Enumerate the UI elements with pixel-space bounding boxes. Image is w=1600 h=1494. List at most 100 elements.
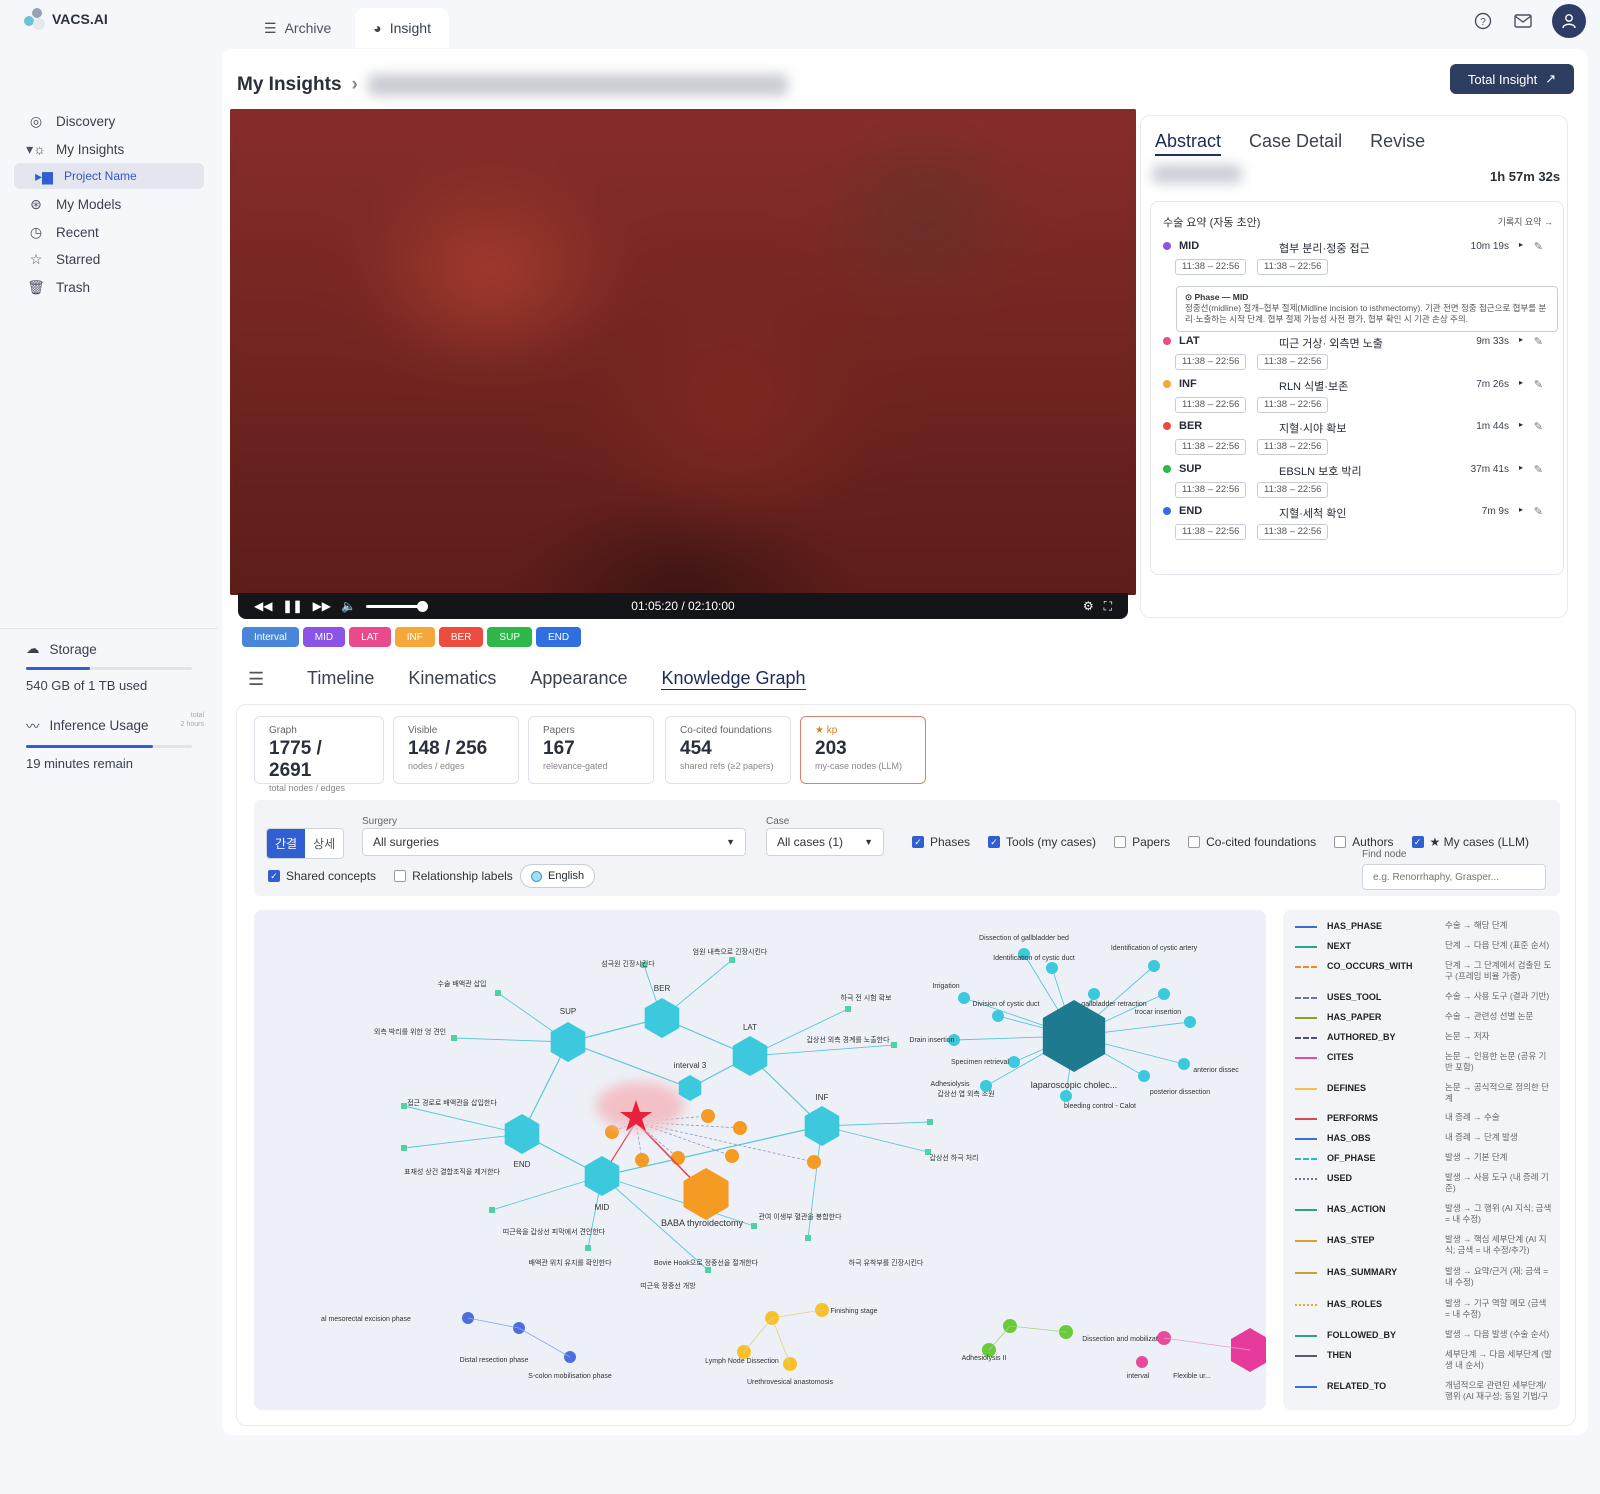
sidebar-item-discovery[interactable]: ◎ Discovery bbox=[14, 108, 204, 136]
edit-pencil-icon[interactable]: ✎ bbox=[1534, 378, 1543, 391]
stat-card[interactable]: Visible 148 / 256 nodes / edges bbox=[393, 716, 519, 784]
filter-checkbox[interactable]: ✓ ★ My cases (LLM) bbox=[1411, 835, 1529, 849]
checkbox-icon[interactable]: ✓ bbox=[1411, 836, 1424, 848]
sidebar-item-starred[interactable]: ☆ Starred bbox=[14, 246, 204, 274]
sidebar-item-recent[interactable]: ◷ Recent bbox=[14, 219, 204, 247]
filter-checkbox[interactable]: Authors bbox=[1334, 835, 1394, 849]
tab-abstract[interactable]: Abstract bbox=[1155, 131, 1222, 156]
tab-insight[interactable]: ◕ Insight bbox=[355, 8, 449, 48]
find-node-input[interactable] bbox=[1362, 864, 1546, 890]
stat-card[interactable]: Papers 167 relevance-gated bbox=[528, 716, 654, 784]
sidebar-item-my-models[interactable]: ⊛ My Models bbox=[14, 191, 204, 219]
phase-filter-mid[interactable]: MID bbox=[302, 627, 346, 647]
user-avatar-icon[interactable] bbox=[1552, 4, 1586, 38]
case-select[interactable]: All cases (1) ▼ bbox=[766, 828, 884, 856]
phase-time-tag[interactable]: 11:38 – 22:56 bbox=[1175, 482, 1247, 498]
phase-time-tag[interactable]: 11:38 – 22:56 bbox=[1175, 259, 1247, 275]
fullscreen-icon[interactable]: ⛶ bbox=[1104, 599, 1112, 614]
edit-pencil-icon[interactable]: ✎ bbox=[1534, 240, 1543, 253]
tab-revise[interactable]: Revise bbox=[1370, 131, 1425, 156]
expand-caret-icon[interactable]: ▸ bbox=[1519, 420, 1523, 429]
view-detailed-button[interactable]: 상세 bbox=[305, 829, 343, 858]
mail-icon[interactable] bbox=[1512, 10, 1534, 32]
folder-icon: ▸▆ bbox=[35, 167, 53, 184]
phase-time-tag[interactable]: 11:38 – 22:56 bbox=[1175, 354, 1247, 370]
surgery-select[interactable]: All surgeries ▼ bbox=[362, 828, 746, 856]
edit-pencil-icon[interactable]: ✎ bbox=[1534, 335, 1543, 348]
phase-row-lat[interactable]: LAT 띠근 거상· 외측면 노출 9m 33s ▸ ✎ 11:38 – 22:… bbox=[1163, 335, 1553, 375]
view-concise-button[interactable]: 간결 bbox=[267, 829, 306, 858]
phase-filter-end[interactable]: END bbox=[535, 627, 582, 647]
expand-caret-icon[interactable]: ▸ bbox=[1519, 463, 1523, 472]
expand-caret-icon[interactable]: ▸ bbox=[1519, 335, 1523, 344]
phase-filter-lat[interactable]: LAT bbox=[349, 627, 391, 647]
app-logo[interactable]: VACS.AI bbox=[24, 8, 108, 30]
sidebar-item-trash[interactable]: 🗑 Trash bbox=[14, 274, 204, 302]
phase-row-ber[interactable]: BER 지혈·시야 확보 1m 44s ▸ ✎ 11:38 – 22:56 11… bbox=[1163, 420, 1553, 460]
phase-time-tag[interactable]: 11:38 – 22:56 bbox=[1257, 259, 1329, 275]
phase-filter-ber[interactable]: BER bbox=[438, 627, 484, 647]
tab-archive[interactable]: ☰ Archive bbox=[246, 8, 349, 48]
checkbox-icon[interactable]: ✓ bbox=[912, 836, 924, 848]
menu-icon[interactable]: ☰ bbox=[248, 669, 264, 690]
phase-filter-interval[interactable]: Interval bbox=[242, 627, 299, 647]
fast-forward-icon[interactable]: ▶▶ bbox=[313, 599, 331, 613]
edit-pencil-icon[interactable]: ✎ bbox=[1534, 420, 1543, 433]
rewind-icon[interactable]: ◀◀ bbox=[254, 599, 272, 613]
filter-checkbox[interactable]: Papers bbox=[1114, 835, 1170, 849]
expand-caret-icon[interactable]: ▸ bbox=[1519, 505, 1523, 514]
total-insight-button[interactable]: Total Insight ↗ bbox=[1450, 64, 1574, 94]
stat-card[interactable]: ★ kp 203 my-case nodes (LLM) bbox=[800, 716, 926, 784]
video-player[interactable] bbox=[230, 109, 1136, 595]
stat-card[interactable]: Co-cited foundations 454 shared refs (≥2… bbox=[665, 716, 791, 784]
phase-time-tag[interactable]: 11:38 – 22:56 bbox=[1175, 439, 1247, 455]
filter-checkbox[interactable]: ✓ Tools (my cases) bbox=[988, 835, 1096, 849]
language-toggle[interactable]: English bbox=[520, 864, 596, 888]
phase-row-mid[interactable]: MID 협부 분리·정중 접근 10m 19s ▸ ✎ 11:38 – 22:5… bbox=[1163, 240, 1553, 280]
checkbox-icon[interactable]: ✓ bbox=[988, 836, 1001, 848]
phase-time-tag[interactable]: 11:38 – 22:56 bbox=[1257, 397, 1329, 413]
phase-row-sup[interactable]: SUP EBSLN 보호 박리 37m 41s ▸ ✎ 11:38 – 22:5… bbox=[1163, 463, 1553, 503]
phase-row-end[interactable]: END 지혈·세척 확인 7m 9s ▸ ✎ 11:38 – 22:56 11:… bbox=[1163, 505, 1553, 545]
checkbox-icon[interactable] bbox=[1334, 836, 1347, 848]
phase-time-tag[interactable]: 11:38 – 22:56 bbox=[1175, 397, 1247, 413]
checkbox-icon[interactable]: ✓ bbox=[268, 870, 280, 882]
tab-timeline[interactable]: Timeline bbox=[307, 668, 374, 690]
storage-header[interactable]: ☁ Storage bbox=[26, 641, 192, 657]
phase-time-tag[interactable]: 11:38 – 22:56 bbox=[1257, 354, 1329, 370]
phase-row-inf[interactable]: INF RLN 식별·보존 7m 26s ▸ ✎ 11:38 – 22:56 1… bbox=[1163, 378, 1553, 418]
tab-knowledge-graph[interactable]: Knowledge Graph bbox=[661, 668, 806, 690]
knowledge-graph-canvas[interactable]: SUP BER LAT interval 3 INF END MID BABA thyroid… bbox=[254, 910, 1266, 1410]
phase-time-tag[interactable]: 11:38 – 22:56 bbox=[1257, 524, 1329, 540]
checkbox-icon[interactable] bbox=[1188, 836, 1201, 848]
edit-pencil-icon[interactable]: ✎ bbox=[1534, 463, 1543, 476]
pause-icon[interactable]: ❚❚ bbox=[282, 599, 302, 613]
tab-case-detail[interactable]: Case Detail bbox=[1249, 131, 1342, 156]
phase-time-tag[interactable]: 11:38 – 22:56 bbox=[1175, 524, 1247, 540]
sidebar-item-project[interactable]: ▸▆ Project Name bbox=[14, 163, 204, 189]
checkbox-icon[interactable] bbox=[1114, 836, 1127, 848]
filter-checkbox[interactable]: Relationship labels bbox=[394, 869, 513, 883]
tab-kinematics[interactable]: Kinematics bbox=[408, 668, 496, 690]
sidebar-item-my-insights[interactable]: ▾☼ My Insights bbox=[14, 136, 204, 164]
checkbox-icon[interactable] bbox=[394, 870, 407, 882]
volume-slider-handle[interactable] bbox=[417, 600, 428, 612]
tab-appearance[interactable]: Appearance bbox=[530, 668, 627, 690]
filter-checkbox[interactable]: ✓ Phases bbox=[912, 835, 970, 849]
volume-slider[interactable] bbox=[366, 600, 428, 612]
summary-record-link[interactable]: 기록지 요약 → bbox=[1498, 215, 1553, 228]
edit-pencil-icon[interactable]: ✎ bbox=[1534, 505, 1543, 518]
volume-icon[interactable]: 🔈 bbox=[341, 599, 356, 613]
settings-icon[interactable]: ⚙ bbox=[1083, 599, 1094, 613]
phase-filter-sup[interactable]: SUP bbox=[487, 627, 532, 647]
filter-checkbox[interactable]: Co-cited foundations bbox=[1188, 835, 1316, 849]
phase-time-tag[interactable]: 11:38 – 22:56 bbox=[1257, 482, 1329, 498]
expand-caret-icon[interactable]: ▸ bbox=[1519, 378, 1523, 387]
expand-caret-icon[interactable]: ▸ bbox=[1519, 240, 1523, 249]
stat-card[interactable]: Graph 1775 / 2691 total nodes / edges bbox=[254, 716, 384, 793]
inference-header[interactable]: 〰 Inference Usage total 2 hours bbox=[26, 712, 204, 735]
filter-checkbox[interactable]: ✓ Shared concepts bbox=[268, 869, 376, 883]
phase-time-tag[interactable]: 11:38 – 22:56 bbox=[1257, 439, 1329, 455]
phase-filter-inf[interactable]: INF bbox=[394, 627, 435, 647]
help-icon[interactable]: ? bbox=[1472, 10, 1494, 32]
